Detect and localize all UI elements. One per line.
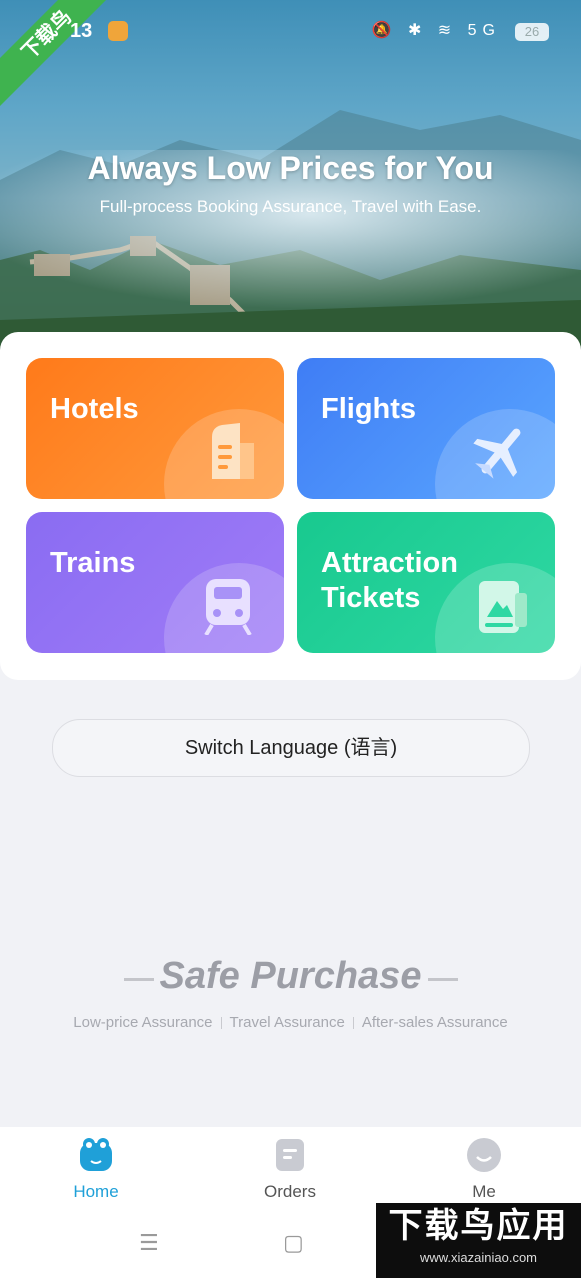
tab-home[interactable]: Home [26,1137,166,1202]
status-icons: 🔕 ✱ ≋ 5G [371,22,501,39]
flights-tile[interactable]: Flights [297,358,555,499]
tab-orders[interactable]: Orders [220,1137,360,1202]
profile-icon [467,1138,501,1172]
home-icon [80,1138,112,1171]
tab-home-label: Home [73,1182,119,1201]
hero-subtitle: Full-process Booking Assurance, Travel w… [99,197,482,216]
watermark-title: 下载鸟应用 [388,1207,569,1245]
train-icon [204,579,252,635]
menu-nav-key[interactable]: ☰ [139,1230,159,1256]
hero-title: Always Low Prices for You [87,150,494,186]
divider [220,1017,222,1030]
battery-icon: 26 [515,23,549,41]
watermark-url: www.xiazainiao.com [419,1250,538,1265]
site-watermark: 下载鸟应用 www.xiazainiao.com [376,1203,581,1278]
tab-me-label: Me [472,1182,496,1201]
tab-me[interactable]: Me [414,1137,554,1202]
assurance-item: Low-price Assurance [73,1014,213,1031]
divider [428,978,458,981]
home-nav-key[interactable]: ▢ [283,1230,304,1256]
ticket-icon [479,581,527,633]
hotel-icon [212,423,254,479]
hotels-tile[interactable]: Hotels [26,358,284,499]
safe-purchase-title: Safe Purchase [159,955,422,997]
attraction-tickets-tile[interactable]: Attraction Tickets [297,512,555,653]
switch-language-button[interactable]: Switch Language (语言) [52,719,530,777]
assurance-item: Travel Assurance [229,1014,345,1031]
orders-icon [276,1139,304,1171]
assurance-item: After-sales Assurance [361,1014,508,1031]
status-bar: 13 🔕 ✱ ≋ 5G 26 [0,18,581,48]
notification-app-icon [108,21,128,41]
status-time: 13 [70,20,93,42]
plane-icon [473,428,521,479]
trains-tile[interactable]: Trains [26,512,284,653]
tab-orders-label: Orders [264,1182,316,1201]
assurance-list: Low-price Assurance Travel Assurance After… [0,1014,581,1031]
divider [352,1017,354,1030]
